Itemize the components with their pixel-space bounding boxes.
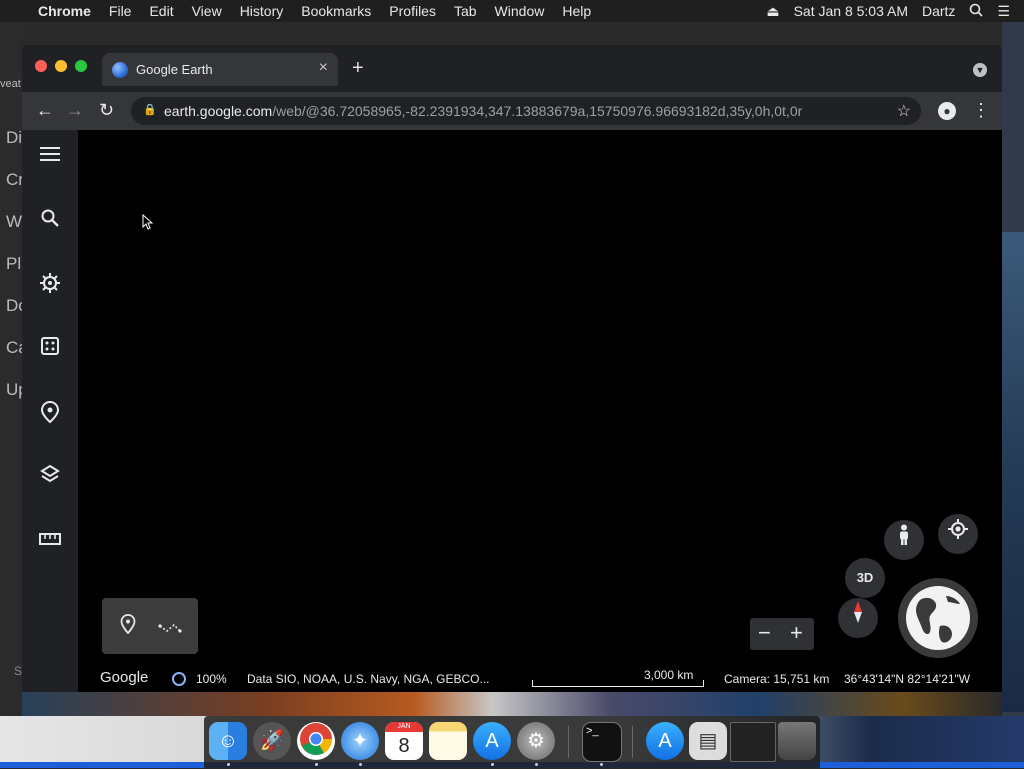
menubar-user[interactable]: Dartz <box>922 3 955 19</box>
minimize-window-button[interactable] <box>55 60 67 72</box>
compass-north-icon[interactable] <box>838 598 878 638</box>
reload-icon[interactable]: ↻ <box>99 100 114 121</box>
url-text[interactable]: earth.google.com/web/@36.72058965,-82.23… <box>164 103 802 119</box>
preview-document-icon[interactable]: ▤ <box>689 722 727 760</box>
spotlight-search-icon[interactable] <box>969 3 984 20</box>
street-view-pegman-icon[interactable] <box>884 520 924 560</box>
menu-help[interactable]: Help <box>562 3 591 19</box>
profile-avatar-icon[interactable]: ● <box>938 102 956 120</box>
forward-arrow-icon[interactable]: → <box>66 100 84 121</box>
url-host: earth.google.com <box>164 103 273 119</box>
chrome-window: Google Earth × + ▼ ← → ↻ 🔒 earth.google.… <box>22 45 1002 692</box>
calendar-month: JAN <box>385 722 423 732</box>
bookmark-star-icon[interactable]: ☆ <box>897 101 911 121</box>
chrome-menu-icon[interactable]: ⋮ <box>972 100 990 121</box>
trash-icon[interactable] <box>778 722 816 760</box>
map-style-layers-icon[interactable] <box>38 464 62 488</box>
app-store-icon[interactable]: A <box>473 722 511 760</box>
back-arrow-icon[interactable]: ← <box>36 100 54 121</box>
measure-ruler-icon[interactable] <box>38 528 62 552</box>
menu-icon[interactable] <box>38 144 62 168</box>
url-path: /web/@36.72058965,-82.2391934,347.138836… <box>272 103 803 119</box>
tab-strip: Google Earth × + ▼ <box>22 45 1002 92</box>
camera-altitude: Camera: 15,751 km <box>724 672 830 686</box>
terminal-icon[interactable]: >_ <box>582 722 622 762</box>
menu-tab[interactable]: Tab <box>454 3 477 19</box>
google-earth-favicon-icon <box>112 62 128 78</box>
add-placemark-icon[interactable] <box>120 614 136 639</box>
menu-window[interactable]: Window <box>495 3 545 19</box>
coordinates-readout: 36°43'14"N 82°14'21"W <box>844 672 971 686</box>
tab-search-icon[interactable]: ▼ <box>973 63 987 77</box>
earth-status-bar: Google 100% Data SIO, NOAA, U.S. Navy, N… <box>78 666 1002 692</box>
voyager-icon[interactable] <box>38 272 62 296</box>
menu-profiles[interactable]: Profiles <box>389 3 436 19</box>
background-text: veat <box>0 78 21 90</box>
macos-menu-bar: Chrome File Edit View History Bookmarks … <box>0 0 1024 22</box>
zoom-controls: − + <box>750 618 814 650</box>
google-earth-viewport[interactable]: 3D − + Google 100% Data SIO, NOAA, U.S. … <box>22 130 1002 692</box>
notification-center-icon[interactable]: ☰ <box>997 3 1010 20</box>
new-tab-button[interactable]: + <box>352 57 364 80</box>
launchpad-icon[interactable]: 🚀 <box>253 722 291 760</box>
menu-file[interactable]: File <box>109 3 132 19</box>
calendar-day: 8 <box>398 735 410 757</box>
lock-icon[interactable]: 🔒 <box>143 103 157 116</box>
globe-icon <box>906 586 970 650</box>
system-preferences-icon[interactable]: ⚙ <box>517 722 555 760</box>
menu-bookmarks[interactable]: Bookmarks <box>301 3 371 19</box>
background-text: S <box>14 664 23 678</box>
zoom-in-button[interactable]: + <box>790 620 803 646</box>
menubar-clock[interactable]: Sat Jan 8 5:03 AM <box>794 3 908 19</box>
draw-line-icon[interactable] <box>158 618 182 639</box>
background-window-left: veat Di Cr W Pl Do Ca Up S <box>0 22 28 722</box>
tab-google-earth[interactable]: Google Earth × <box>102 53 338 86</box>
menu-history[interactable]: History <box>240 3 284 19</box>
mouse-cursor-icon <box>142 213 154 233</box>
projects-pin-icon[interactable] <box>38 400 62 424</box>
my-location-icon[interactable] <box>938 514 978 554</box>
search-icon[interactable] <box>38 208 62 232</box>
background-window-right <box>1002 22 1024 718</box>
background-thumbnails <box>22 692 1002 716</box>
overview-globe[interactable] <box>898 578 978 658</box>
menu-view[interactable]: View <box>192 3 222 19</box>
eject-icon[interactable]: ⏏ <box>766 3 779 20</box>
drawing-tools-panel <box>102 598 198 654</box>
app-store-downloads-icon[interactable]: A <box>646 722 684 760</box>
zoom-window-button[interactable] <box>75 60 87 72</box>
earth-sidebar <box>22 130 78 692</box>
address-bar[interactable]: 🔒 earth.google.com/web/@36.72058965,-82.… <box>131 97 921 125</box>
safari-icon[interactable]: ✦ <box>341 722 379 760</box>
zoom-out-button[interactable]: − <box>758 620 771 646</box>
google-logo: Google <box>100 669 149 686</box>
background-text: W <box>6 212 23 231</box>
macos-dock: ☺ 🚀 ✦ JAN 8 A ⚙ >_ A ▤ <box>204 716 820 768</box>
finder-icon[interactable]: ☺ <box>209 722 247 760</box>
data-attribution-link[interactable]: Data SIO, NOAA, U.S. Navy, NGA, GEBCO... <box>247 672 490 686</box>
background-text: Di <box>6 128 23 147</box>
menu-chrome[interactable]: Chrome <box>38 3 91 19</box>
chrome-icon[interactable] <box>297 722 335 760</box>
feeling-lucky-icon[interactable] <box>38 336 62 360</box>
notes-icon[interactable] <box>429 722 467 760</box>
toggle-3d-button[interactable]: 3D <box>845 558 885 598</box>
tab-close-icon[interactable]: × <box>319 59 328 77</box>
minimized-window-icon[interactable] <box>730 722 776 762</box>
background-text: Pl <box>6 254 22 273</box>
tab-title: Google Earth <box>136 62 213 77</box>
menu-edit[interactable]: Edit <box>149 3 173 19</box>
load-percent: 100% <box>196 672 227 686</box>
scale-label: 3,000 km <box>644 668 694 682</box>
browser-toolbar: ← → ↻ 🔒 earth.google.com/web/@36.7205896… <box>22 92 1002 130</box>
loading-ring-icon <box>172 672 186 686</box>
close-window-button[interactable] <box>35 60 47 72</box>
calendar-icon[interactable]: JAN 8 <box>385 722 423 760</box>
